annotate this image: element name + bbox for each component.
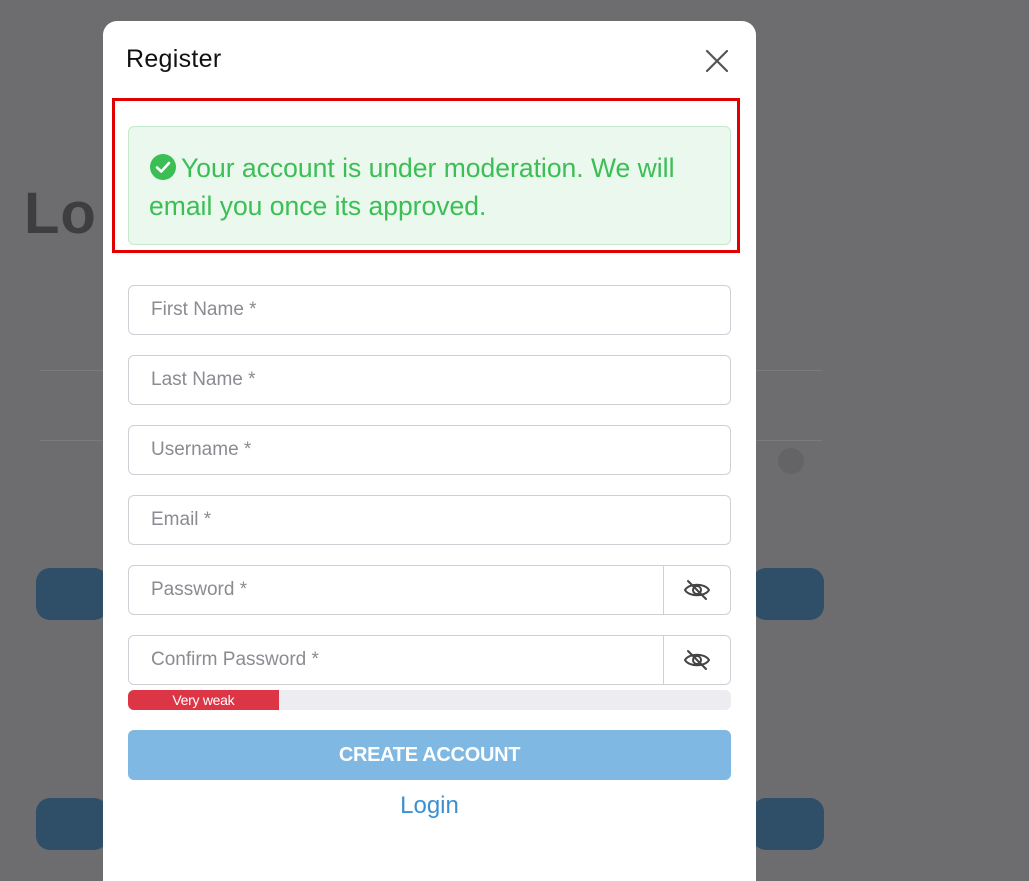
first-name-field	[128, 285, 731, 335]
eye-slash-icon	[683, 580, 711, 600]
last-name-field	[128, 355, 731, 405]
background-divider	[756, 440, 822, 441]
modal-title: Register	[126, 45, 222, 73]
background-button	[752, 798, 824, 850]
password-field	[128, 565, 731, 615]
login-link[interactable]: Login	[103, 792, 756, 820]
create-account-button[interactable]: CREATE ACCOUNT	[128, 730, 731, 780]
background-divider	[756, 370, 822, 371]
background-button	[36, 568, 108, 620]
last-name-input[interactable]	[129, 356, 730, 404]
close-button[interactable]	[703, 47, 731, 75]
confirm-password-input[interactable]	[129, 636, 663, 684]
password-strength-bar: Very weak	[128, 690, 279, 710]
background-button	[752, 568, 824, 620]
username-input[interactable]	[129, 426, 730, 474]
background-icon	[778, 448, 804, 474]
password-strength-meter: Very weak	[128, 690, 731, 710]
register-modal: Register Your account is under moderatio…	[103, 21, 756, 881]
success-alert: Your account is under moderation. We wil…	[128, 126, 731, 245]
confirm-password-visibility-toggle[interactable]	[663, 636, 730, 684]
close-icon	[705, 49, 729, 73]
eye-slash-icon	[683, 650, 711, 670]
check-circle-icon	[150, 154, 176, 180]
email-input[interactable]	[129, 496, 730, 544]
password-input[interactable]	[129, 566, 663, 614]
background-divider	[40, 440, 106, 441]
email-field	[128, 495, 731, 545]
background-heading: Lo	[24, 181, 97, 246]
background-button	[36, 798, 108, 850]
username-field	[128, 425, 731, 475]
password-visibility-toggle[interactable]	[663, 566, 730, 614]
confirm-password-field	[128, 635, 731, 685]
first-name-input[interactable]	[129, 286, 730, 334]
background-divider	[40, 370, 106, 371]
alert-message: Your account is under moderation. We wil…	[149, 153, 675, 221]
